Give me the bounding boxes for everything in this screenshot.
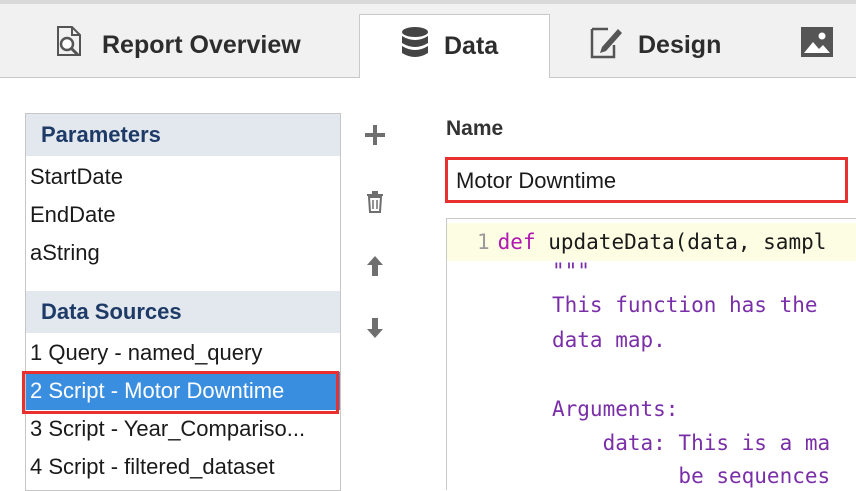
plus-icon — [364, 124, 386, 152]
tab-report-overview-label: Report Overview — [102, 31, 301, 59]
parameter-item[interactable]: StartDate — [26, 158, 340, 196]
code-line: This function has the — [552, 293, 818, 317]
tab-data-label: Data — [444, 32, 499, 60]
data-source-item[interactable]: 3 Script - Year_Compariso... — [26, 410, 340, 448]
tab-design-label: Design — [638, 31, 722, 59]
data-source-item-selected[interactable]: 2 Script - Motor Downtime — [26, 372, 340, 410]
line-number: 1 — [477, 230, 490, 254]
tab-bar: Report Overview Data Design — [0, 0, 856, 78]
arrow-down-icon — [366, 317, 384, 345]
script-editor[interactable]: 1 def updateData(data, sampl """ This fun… — [446, 218, 856, 490]
def-keyword: def — [497, 230, 536, 254]
data-sources-header: Data Sources — [26, 291, 340, 333]
search-document-icon — [50, 23, 88, 68]
editor-line-1: 1 def updateData(data, sampl — [477, 225, 826, 259]
arrow-up-icon — [366, 255, 384, 283]
data-source-item[interactable]: 1 Query - named_query — [26, 334, 340, 372]
move-down-button[interactable] — [360, 316, 390, 346]
code-line: data map. — [552, 328, 666, 352]
image-icon — [800, 26, 834, 65]
function-signature: updateData(data, sampl — [535, 230, 827, 254]
code-line: be sequences — [552, 464, 831, 488]
parameters-header: Parameters — [26, 114, 340, 156]
data-source-item[interactable]: 4 Script - filtered_dataset — [26, 448, 340, 486]
parameter-item[interactable]: aString — [26, 234, 340, 272]
code-line: """ — [552, 259, 590, 283]
name-label: Name — [446, 117, 504, 140]
database-icon — [400, 26, 430, 67]
move-up-button[interactable] — [360, 254, 390, 284]
tab-report-overview[interactable]: Report Overview — [50, 14, 350, 77]
add-data-source-button[interactable] — [360, 123, 390, 153]
edit-document-icon — [588, 23, 624, 68]
code-line: Arguments: — [552, 397, 679, 421]
data-sources-panel: Parameters StartDate EndDate aString Dat… — [25, 113, 341, 491]
tab-design[interactable]: Design — [588, 14, 768, 77]
data-sources-list: 1 Query - named_query 2 Script - Motor D… — [26, 333, 340, 486]
tab-data[interactable]: Data — [359, 14, 550, 78]
code-line: data: This is a ma — [552, 431, 831, 455]
tab-preview[interactable] — [800, 14, 856, 77]
name-field[interactable]: Motor Downtime — [445, 157, 848, 203]
delete-data-source-button[interactable] — [360, 190, 390, 220]
tab-bar-top-border — [0, 0, 856, 4]
parameter-item[interactable]: EndDate — [26, 196, 340, 234]
trash-icon — [365, 191, 385, 219]
parameters-list: StartDate EndDate aString — [26, 156, 340, 291]
